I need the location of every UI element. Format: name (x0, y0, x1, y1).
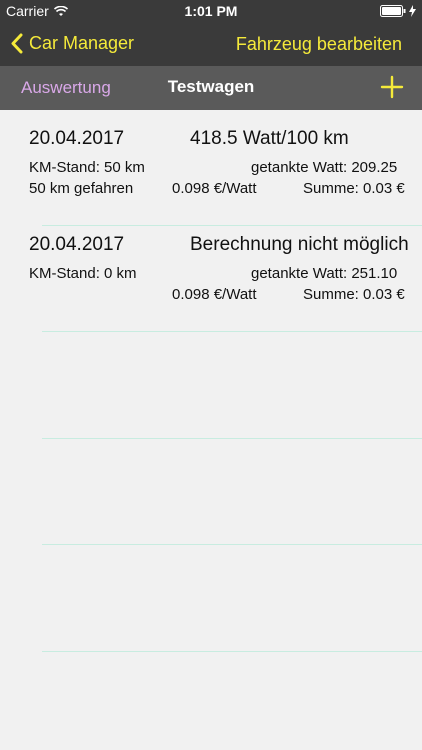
entry-tanked: getankte Watt: 251.10 (251, 265, 398, 282)
battery-icon (380, 5, 406, 17)
row-separator (42, 438, 422, 439)
entry-date: 20.04.2017 (29, 128, 125, 149)
clock: 1:01 PM (184, 3, 238, 19)
row-separator (42, 544, 422, 545)
row-separator (42, 651, 422, 652)
list-item[interactable]: 20.04.2017 Berechnung nicht möglich KM-S… (0, 216, 422, 322)
entry-sum: Summe: 0.03 € (303, 180, 405, 197)
row-separator (42, 225, 422, 226)
edit-vehicle-button[interactable]: Fahrzeug bearbeiten (236, 34, 402, 55)
add-icon[interactable] (380, 75, 404, 99)
battery-area (380, 5, 416, 17)
vehicle-title: Testwagen (167, 77, 255, 96)
list-item[interactable]: 20.04.2017 418.5 Watt/100 km KM-Stand: 5… (0, 110, 422, 216)
entry-price: 0.098 €/Watt (172, 286, 257, 303)
back-button[interactable]: Car Manager (10, 33, 134, 54)
back-label: Car Manager (29, 33, 135, 53)
status-bar: Carrier 1:01 PM (0, 0, 422, 22)
entry-sum: Summe: 0.03 € (303, 286, 405, 303)
chevron-left-icon (11, 33, 23, 54)
entry-list: 20.04.2017 418.5 Watt/100 km KM-Stand: 5… (0, 110, 422, 750)
row-separator (42, 331, 422, 332)
navigation-bar: Car Manager Fahrzeug bearbeiten (0, 22, 422, 66)
entry-tanked: getankte Watt: 209.25 (251, 159, 398, 176)
entry-consumption: 418.5 Watt/100 km (190, 128, 349, 149)
charging-icon (409, 5, 416, 17)
entry-driven: 50 km gefahren (29, 180, 134, 197)
entry-consumption: Berechnung nicht möglich (190, 234, 409, 255)
entry-km-stand: KM-Stand: 50 km (29, 159, 145, 176)
entry-km-stand: KM-Stand: 0 km (29, 265, 137, 282)
sub-toolbar: Auswertung Testwagen (0, 66, 422, 110)
entry-price: 0.098 €/Watt (172, 180, 257, 197)
entry-date: 20.04.2017 (29, 234, 125, 255)
